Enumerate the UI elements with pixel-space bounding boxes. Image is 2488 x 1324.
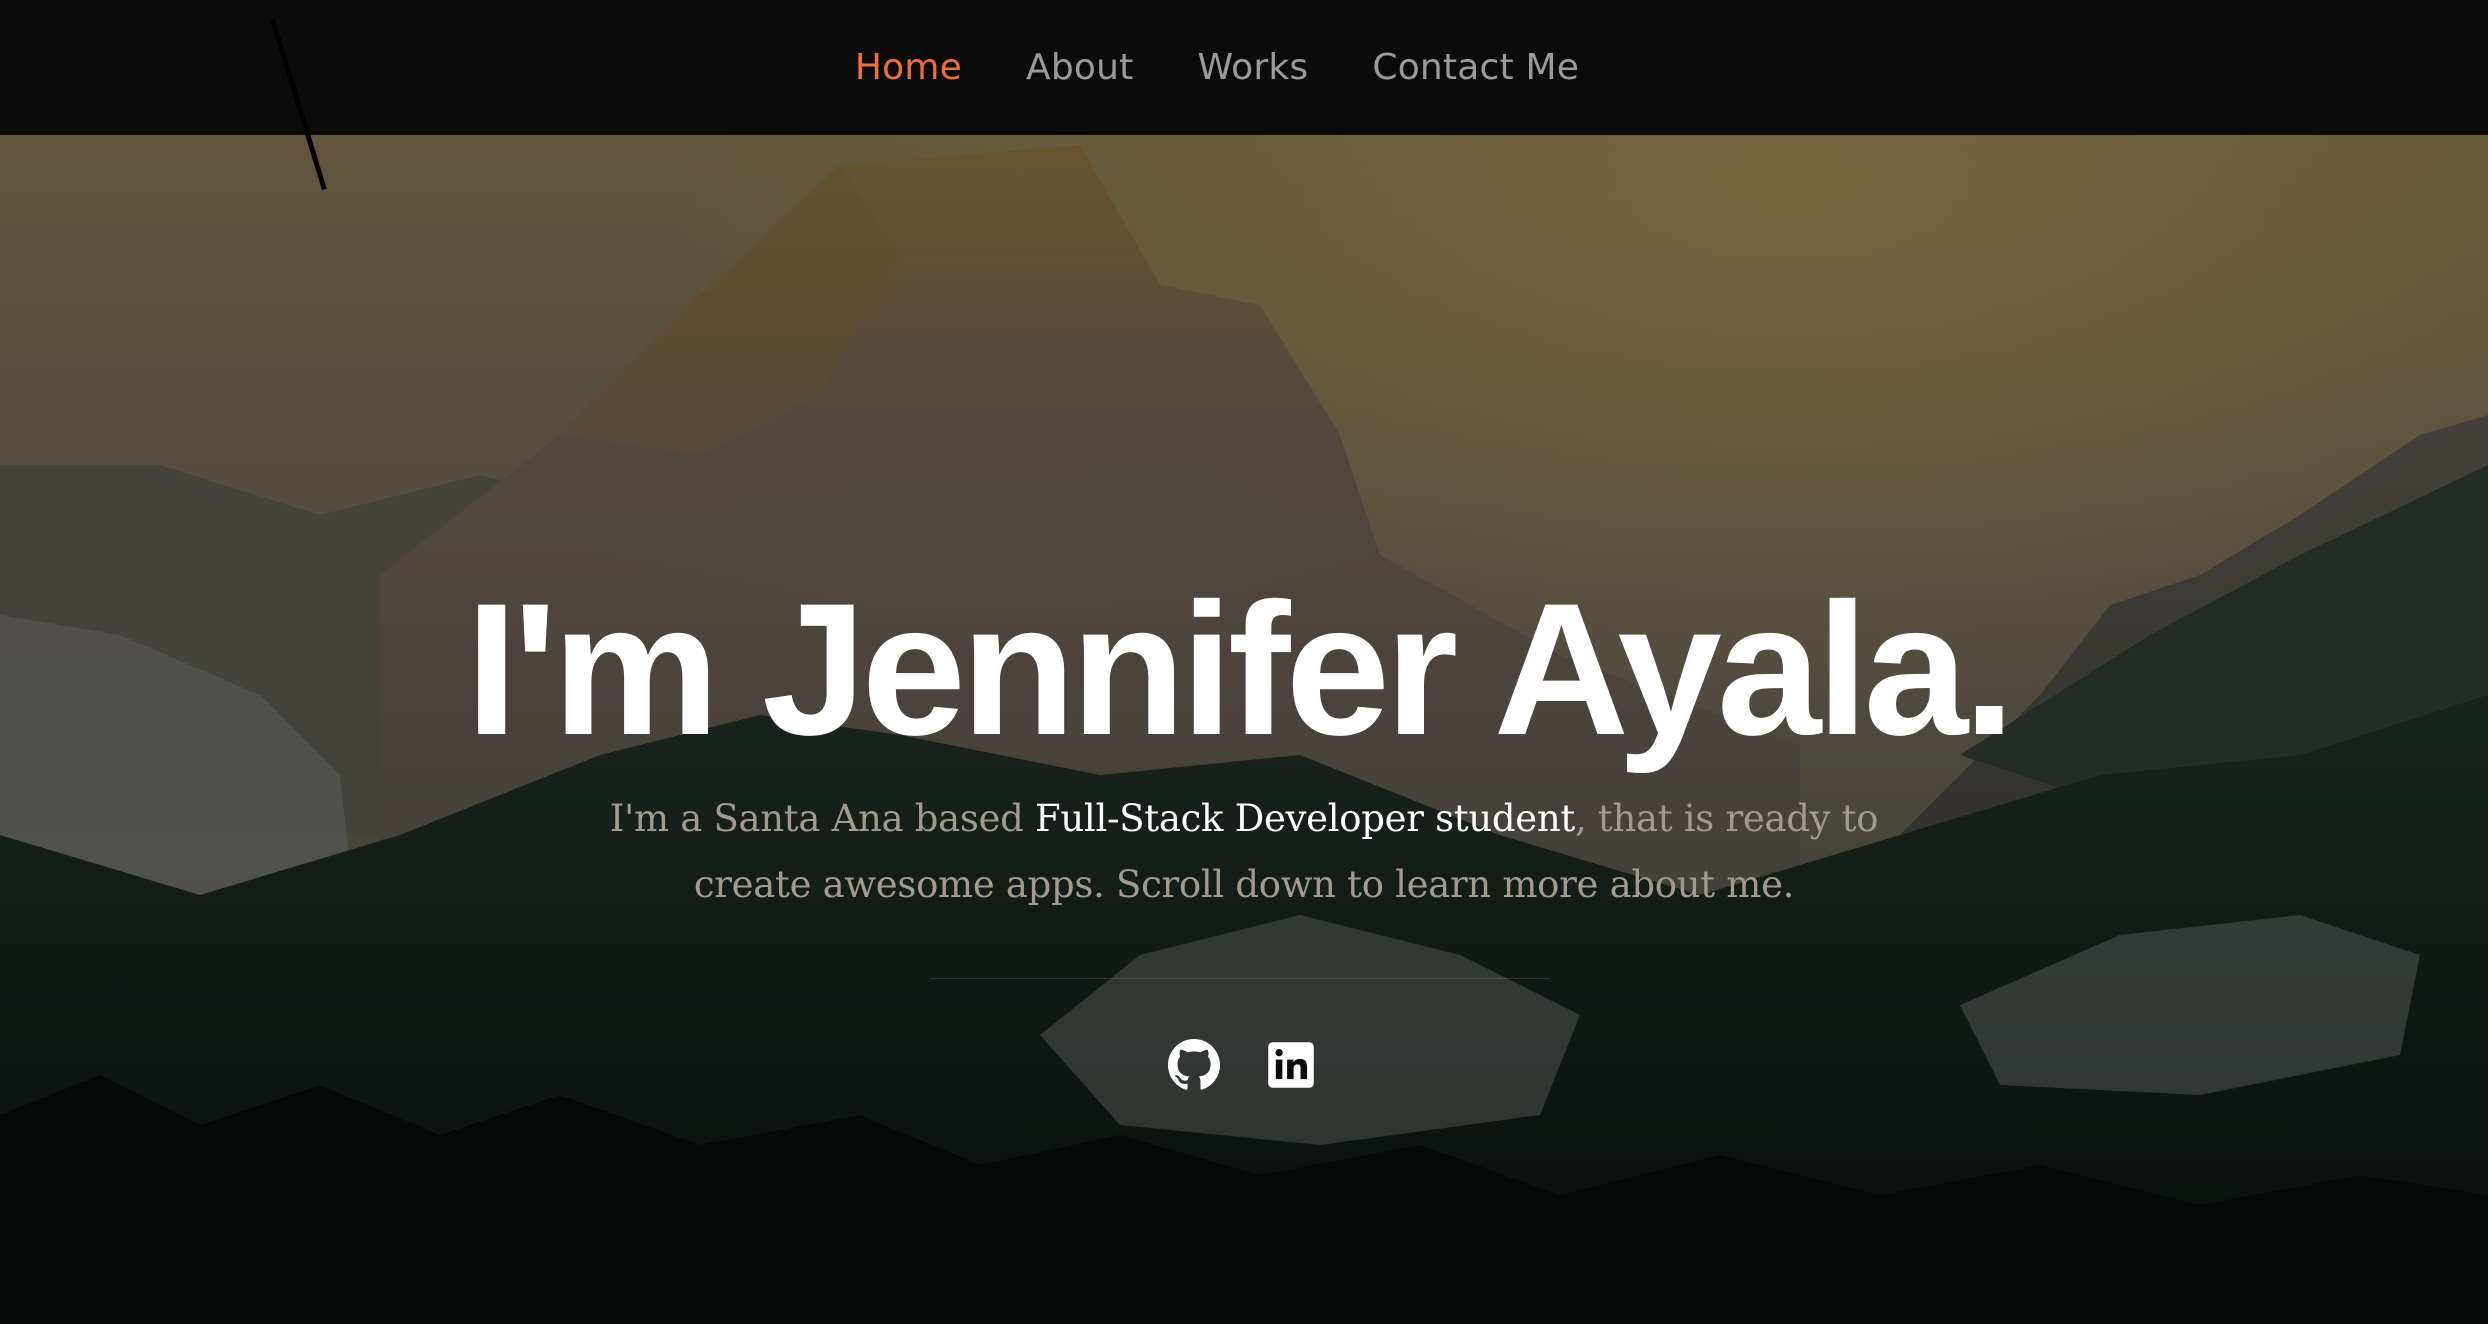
hero-divider	[930, 978, 1550, 979]
nav-item-about: About	[1026, 47, 1133, 88]
nav-link-works[interactable]: Works	[1197, 47, 1308, 88]
nav-link-contact[interactable]: Contact Me	[1372, 47, 1579, 88]
linkedin-icon	[1268, 1042, 1314, 1088]
nav-item-contact: Contact Me	[1372, 47, 1579, 88]
nav-item-home: Home	[855, 47, 962, 88]
nav-link-home[interactable]: Home	[855, 47, 962, 88]
nav-item-works: Works	[1197, 47, 1308, 88]
github-link[interactable]	[1168, 1039, 1220, 1091]
github-icon	[1168, 1039, 1220, 1090]
hero-title: I'm Jennifer Ayala.	[465, 564, 2016, 774]
hero-description-highlight: Full-Stack Developer student	[1035, 797, 1575, 840]
main-nav: Home About Works Contact Me	[0, 0, 2488, 135]
linkedin-link[interactable]	[1265, 1039, 1317, 1091]
nav-link-about[interactable]: About	[1026, 47, 1133, 88]
hero-description: I'm a Santa Ana based Full-Stack Develop…	[594, 786, 1894, 918]
social-links	[1168, 1039, 1317, 1091]
hero-description-intro: I'm a Santa Ana based	[609, 797, 1036, 840]
nav-menu: Home About Works Contact Me	[855, 47, 1579, 88]
hero-content: I'm Jennifer Ayala. I'm a Santa Ana base…	[0, 135, 2488, 1324]
hero-section: I'm Jennifer Ayala. I'm a Santa Ana base…	[0, 135, 2488, 1324]
